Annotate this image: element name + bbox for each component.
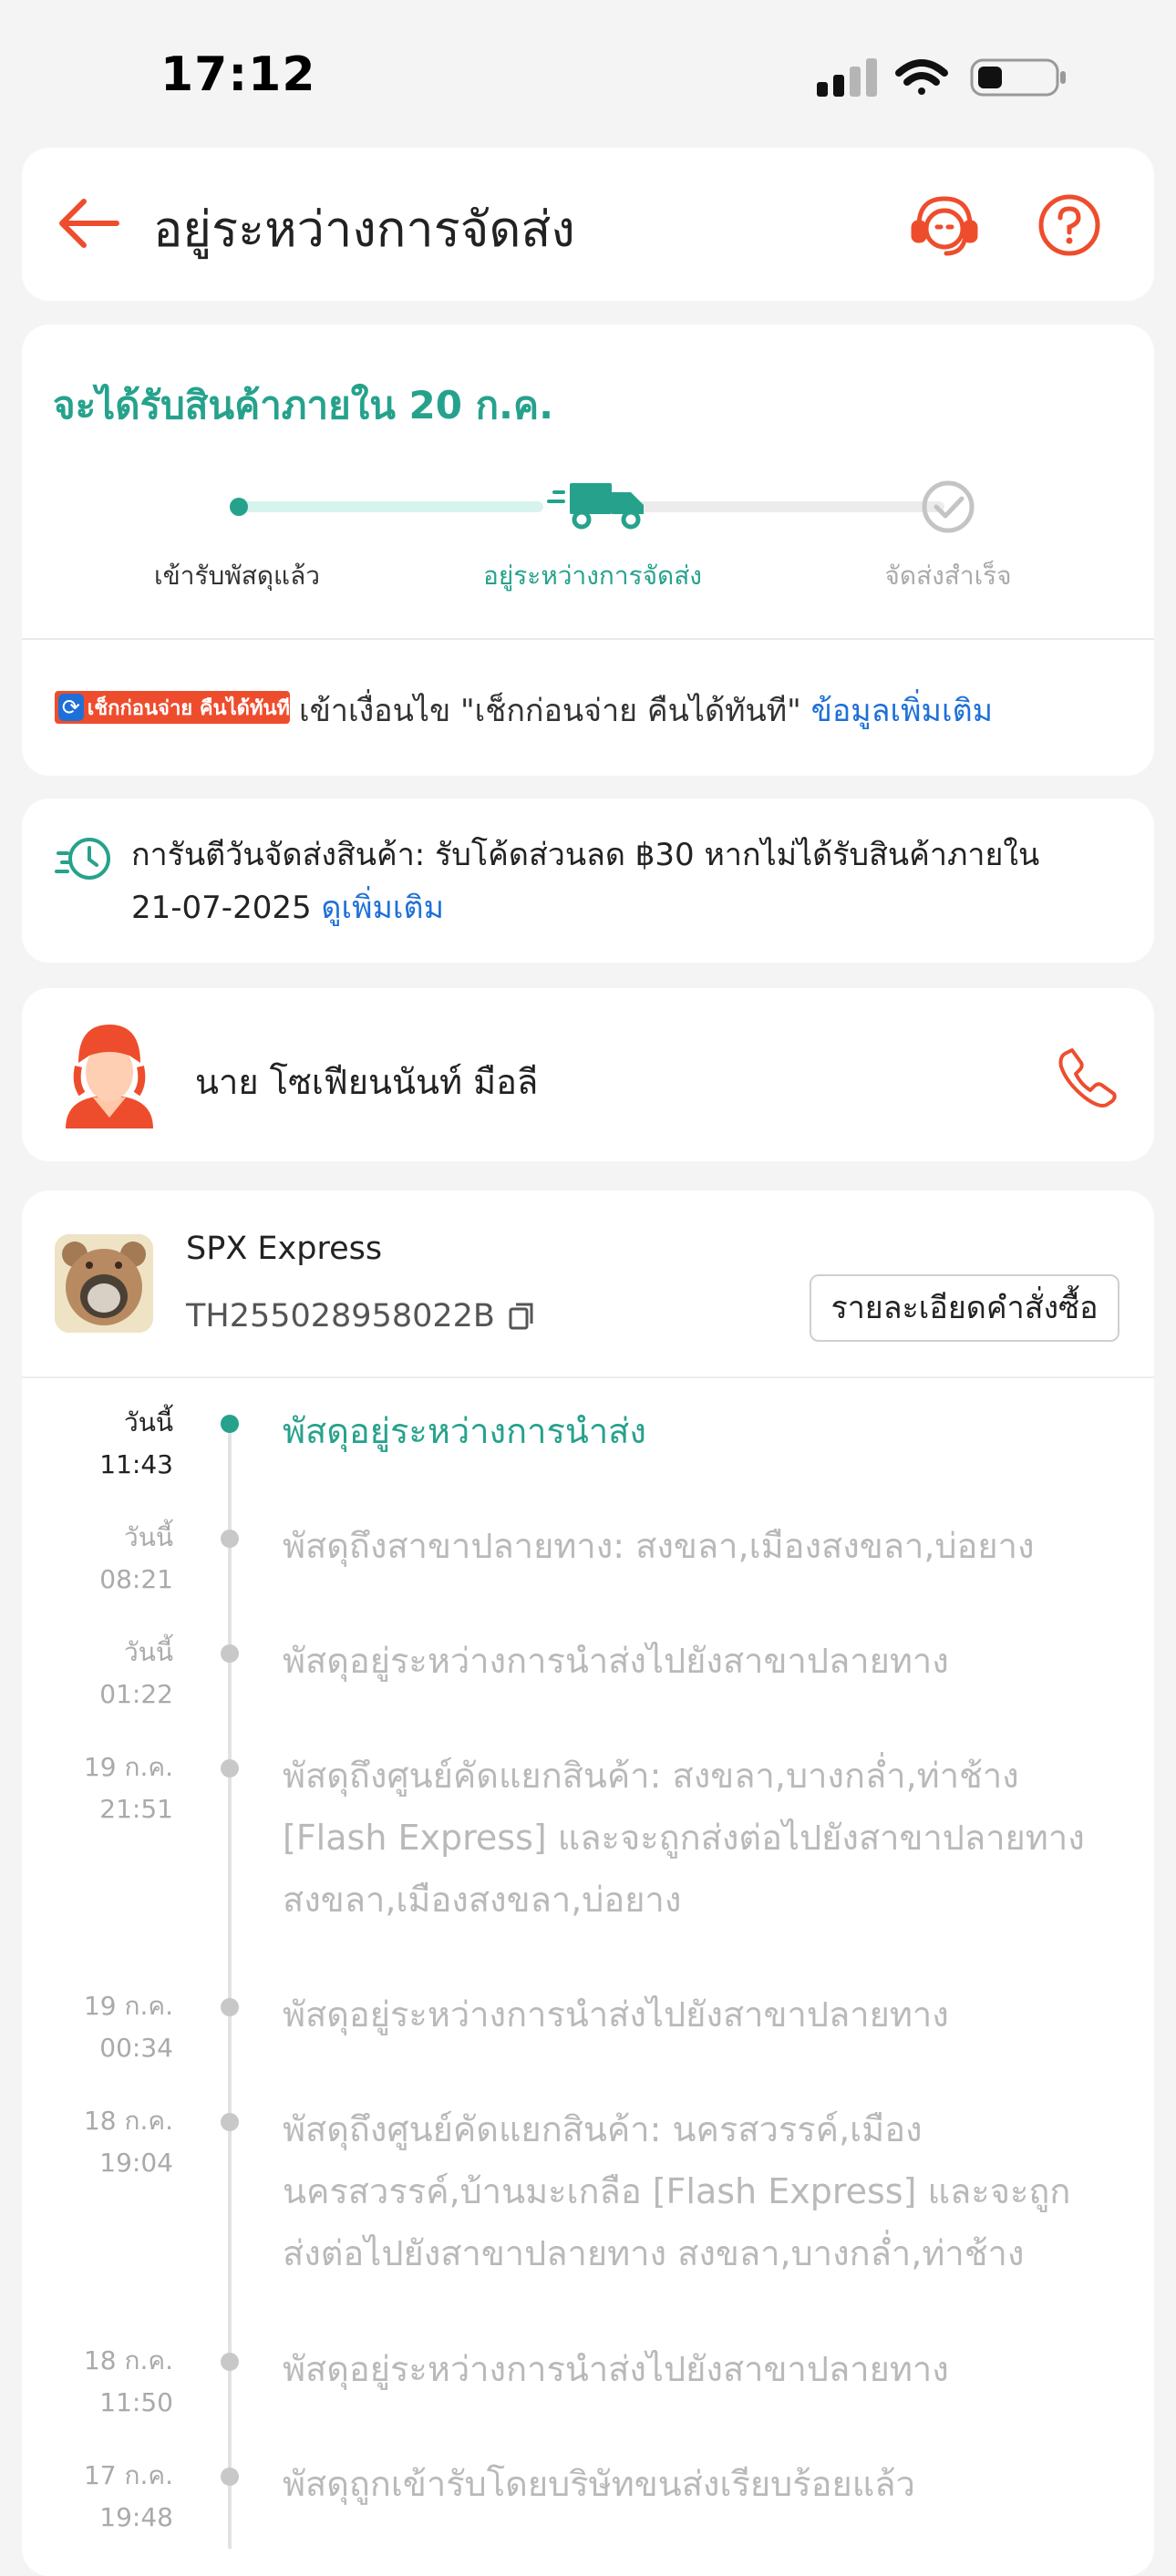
timeline-event-time: 01:22 xyxy=(99,1679,173,1709)
step-label-picked-up: เข้ารับพัสดุแล้ว xyxy=(154,561,320,591)
check-policy-text: เข้าเงื่อนไข "เช็กก่อนจ่าย คืนได้ทันที" xyxy=(299,693,801,729)
timeline-event-day: วันนี้ xyxy=(123,1407,173,1437)
timeline-event-text-line: ส่งต่อไปยังสาขาปลายทาง สงขลา,บางกล่ำ,ท่า… xyxy=(283,2233,1025,2273)
timeline-event-text-line: สงขลา,เมืองสงขลา,บ่อยาง xyxy=(283,1880,682,1920)
timeline-event-time: 11:50 xyxy=(99,2387,173,2417)
step-label-in-transit: อยู่ระหว่างการจัดส่ง xyxy=(483,561,702,591)
timeline-event-description: พัสดุถึงศูนย์คัดแยกสินค้า: นครสวรรค์,เมื… xyxy=(283,2098,1130,2284)
timeline-event-description: พัสดุถึงศูนย์คัดแยกสินค้า: สงขลา,บางกล่ำ… xyxy=(283,1745,1130,1931)
divider xyxy=(22,1376,1154,1378)
timeline-event-day: 19 ก.ค. xyxy=(83,1752,173,1782)
check-before-pay-badge-text: เช็กก่อนจ่าย คืนได้ทันที xyxy=(87,696,290,720)
timeline-event-description: พัสดุถึงสาขาปลายทาง: สงขลา,เมืองสงขลา,บ่… xyxy=(283,1515,1130,1577)
step-label-delivered: จัดส่งสำเร็จ xyxy=(884,561,1012,591)
timeline-event-time: 19:04 xyxy=(99,2148,173,2178)
delivery-progress-tracker xyxy=(219,474,985,538)
timeline-event-dot xyxy=(221,2468,239,2486)
timeline-event-text-line: พัสดุอยู่ระหว่างการนำส่งไปยังสาขาปลายทาง xyxy=(283,1641,949,1681)
timeline-event-description: พัสดุอยู่ระหว่างการนำส่งไปยังสาขาปลายทาง xyxy=(283,1630,1130,1692)
clock-speed-icon xyxy=(55,831,113,886)
timeline-event-dot xyxy=(221,2113,239,2131)
tracking-number-row: TH255028958022B xyxy=(186,1298,535,1334)
timeline-event-time: 19:48 xyxy=(99,2502,173,2532)
support-chat-icon[interactable] xyxy=(908,190,981,263)
timeline-event-dot xyxy=(221,1644,239,1663)
timeline-event-description: พัสดุอยู่ระหว่างการนำส่งไปยังสาขาปลายทาง xyxy=(283,2338,1130,2400)
timeline-event-date: 19 ก.ค. 00:34 xyxy=(36,1985,173,2069)
timeline-event-day: 19 ก.ค. xyxy=(83,1991,173,2021)
guarantee-line-1: การันตีวันจัดส่งสินค้า: รับโค้ดส่วนลด ฿3… xyxy=(131,837,1040,873)
timeline-event-day: 18 ก.ค. xyxy=(83,2345,173,2375)
call-courier-icon[interactable] xyxy=(1056,1045,1119,1108)
timeline-event-text-line: พัสดุถึงศูนย์คัดแยกสินค้า: นครสวรรค์,เมื… xyxy=(283,2109,923,2149)
back-arrow-icon[interactable] xyxy=(57,196,120,251)
timeline-event-dot xyxy=(221,1415,239,1433)
wifi-icon xyxy=(895,59,948,95)
progress-dot-picked-up xyxy=(230,498,248,516)
check-before-pay-badge: ⟳ เช็กก่อนจ่าย คืนได้ทันที xyxy=(55,691,290,724)
timeline-event-text-line: [Flash Express] และจะถูกส่งต่อไปยังสาขาป… xyxy=(283,1818,1085,1858)
copy-icon[interactable] xyxy=(508,1302,535,1331)
timeline-event-time: 21:51 xyxy=(99,1794,173,1824)
courier-name: นาย โซเฟียนนันท์ มือลี xyxy=(195,1062,539,1102)
delivery-truck-icon xyxy=(547,483,644,530)
order-details-button[interactable]: รายละเอียดคำสั่งซื้อ xyxy=(810,1274,1119,1342)
carrier-logo xyxy=(55,1234,153,1333)
timeline-event-day: 18 ก.ค. xyxy=(83,2106,173,2136)
timeline-event-date: วันนี้ 11:43 xyxy=(36,1402,173,1486)
check-policy-line: เข้าเงื่อนไข "เช็กก่อนจ่าย คืนได้ทันที" … xyxy=(299,685,993,735)
see-more-link[interactable]: ดูเพิ่มเติม xyxy=(321,890,444,926)
timeline-event-time: 11:43 xyxy=(99,1449,173,1479)
timeline-event-text-line: พัสดุถึงศูนย์คัดแยกสินค้า: สงขลา,บางกล่ำ… xyxy=(283,1756,1019,1796)
timeline-event-text-line: พัสดุถึงสาขาปลายทาง: สงขลา,เมืองสงขลา,บ่… xyxy=(283,1526,1035,1566)
estimated-delivery-date: จะได้รับสินค้าภายใน 20 ก.ค. xyxy=(53,383,554,428)
delivery-guarantee-card xyxy=(22,799,1154,963)
timeline-event-dot xyxy=(221,1998,239,2016)
timeline-event-description: พัสดุถูกเข้ารับโดยบริษัทขนส่งเรียบร้อยแล… xyxy=(283,2453,1130,2515)
timeline-event-date: 17 ก.ค. 19:48 xyxy=(36,2455,173,2539)
timeline-event-description: พัสดุอยู่ระหว่างการนำส่ง xyxy=(283,1400,1130,1462)
guarantee-line-2: 21-07-2025 ดูเพิ่มเติม xyxy=(131,882,1134,933)
help-icon[interactable] xyxy=(1037,193,1101,257)
guarantee-deadline-date: 21-07-2025 xyxy=(131,890,312,926)
timeline-event-date: 18 ก.ค. 19:04 xyxy=(36,2100,173,2184)
timeline-line xyxy=(228,1431,232,2549)
timeline-event-time: 08:21 xyxy=(99,1564,173,1594)
timeline-event-time: 00:34 xyxy=(99,2033,173,2063)
tracking-number: TH255028958022B xyxy=(186,1298,495,1334)
timeline-event-text-line: นครสวรรค์,บ้านมะเกลือ [Flash Express] แล… xyxy=(283,2171,1071,2211)
battery-icon xyxy=(970,58,1066,97)
timeline-event-description: พัสดุอยู่ระหว่างการนำส่งไปยังสาขาปลายทาง xyxy=(283,1984,1130,2045)
status-bar-icons xyxy=(811,55,1076,100)
divider xyxy=(22,638,1154,640)
timeline-event-day: วันนี้ xyxy=(123,1637,173,1667)
timeline-event-date: วันนี้ 08:21 xyxy=(36,1517,173,1601)
courier-avatar xyxy=(62,1019,157,1130)
more-info-link[interactable]: ข้อมูลเพิ่มเติม xyxy=(811,693,993,729)
status-bar-time: 17:12 xyxy=(160,47,316,102)
timeline-event-dot xyxy=(221,1530,239,1548)
refresh-icon: ⟳ xyxy=(58,694,84,721)
timeline-event-day: 17 ก.ค. xyxy=(83,2460,173,2490)
timeline-event-day: วันนี้ xyxy=(123,1522,173,1552)
timeline-event-dot xyxy=(221,2353,239,2371)
timeline-event-text-line: พัสดุถูกเข้ารับโดยบริษัทขนส่งเรียบร้อยแล… xyxy=(283,2464,915,2504)
timeline-event-date: 19 ก.ค. 21:51 xyxy=(36,1747,173,1830)
page-title: อยู่ระหว่างการจัดส่ง xyxy=(153,201,575,258)
courier-card xyxy=(22,988,1154,1161)
timeline-event-dot xyxy=(221,1759,239,1777)
cellular-signal-icon xyxy=(817,58,877,97)
timeline-event-date: 18 ก.ค. 11:50 xyxy=(36,2340,173,2424)
timeline-event-date: วันนี้ 01:22 xyxy=(36,1632,173,1716)
timeline-event-text-line: พัสดุอยู่ระหว่างการนำส่งไปยังสาขาปลายทาง xyxy=(283,1994,949,2035)
timeline-event-text-line: พัสดุอยู่ระหว่างการนำส่งไปยังสาขาปลายทาง xyxy=(283,2349,949,2389)
timeline-event-text-line: พัสดุอยู่ระหว่างการนำส่ง xyxy=(283,1411,646,1451)
carrier-name: SPX Express xyxy=(186,1231,383,1267)
